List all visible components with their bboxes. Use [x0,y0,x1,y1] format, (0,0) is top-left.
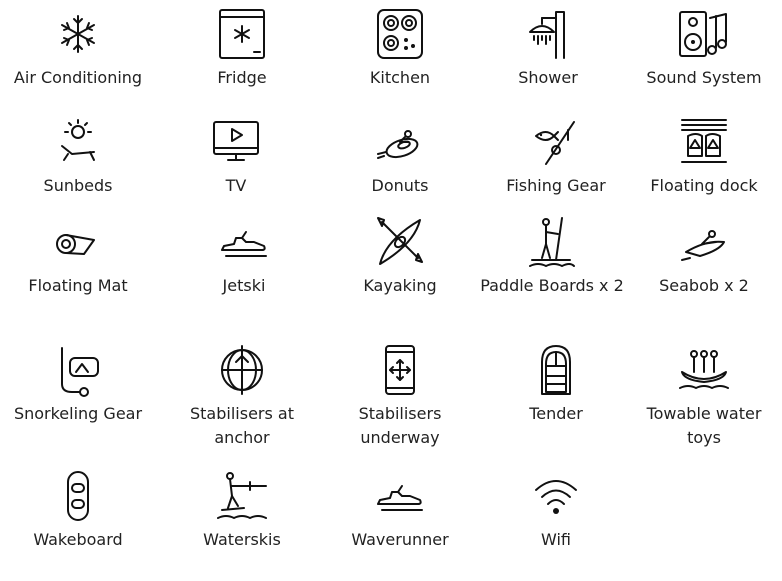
amenity-waterskis: Waterskis [164,468,320,552]
amenity-stabilisers-underway: Stabilisers underway [322,342,478,450]
amenity-label: Tender [529,404,583,423]
amenity-label: Towable water toys [646,404,762,447]
waverunner-icon [372,468,428,524]
amenity-label: Floating Mat [28,276,128,295]
amenity-kitchen: Kitchen [322,6,478,90]
towable-toy-icon [676,342,732,398]
stove-icon [372,6,428,62]
amenity-stabilisers-anchor: Stabilisers at anchor [164,342,320,450]
floating-dock-icon [676,114,732,170]
amenity-fridge: Fridge [164,6,320,90]
amenity-snorkeling-gear: Snorkeling Gear [0,342,156,426]
amenity-label: Wifi [541,530,571,549]
amenity-sound-system: Sound System [626,6,782,90]
amenity-label: Air Conditioning [13,68,143,87]
amenity-towable-water-toys: Towable water toys [626,342,782,450]
amenity-floating-dock: Floating dock [626,114,782,198]
waterski-icon [214,468,270,524]
amenity-label: Jetski [222,276,266,295]
amenity-wakeboard: Wakeboard [0,468,156,552]
kayak-icon [372,214,428,270]
amenity-wifi: Wifi [478,468,634,552]
amenity-label: Waverunner [351,530,449,549]
stabiliser-phone-icon [372,342,428,398]
floating-mat-icon [50,214,106,270]
amenity-waverunner: Waverunner [322,468,478,552]
amenity-label: Seabob x 2 [659,276,749,295]
amenity-label: Floating dock [650,176,758,195]
wakeboard-icon [50,468,106,524]
amenity-shower: Shower [470,6,626,90]
stabiliser-anchor-icon [214,342,270,398]
tv-icon [208,114,264,170]
fridge-icon [214,6,270,62]
jetski-icon [216,214,272,270]
amenity-donuts: Donuts [322,114,478,198]
amenity-kayaking: Kayaking [322,214,478,298]
snorkel-icon [50,342,106,398]
amenity-label: Shower [518,68,578,87]
speaker-music-icon [676,6,732,62]
sunbed-icon [50,114,106,170]
amenity-tv: TV [158,114,314,198]
amenity-label: Sunbeds [43,176,113,195]
donut-tube-icon [372,114,428,170]
amenity-jetski: Jetski [166,214,322,298]
wifi-icon [528,468,584,524]
amenity-label: Stabilisers underway [358,404,442,447]
amenity-label: TV [225,176,247,195]
shower-icon [520,6,576,62]
amenity-label: Snorkeling Gear [13,404,143,423]
amenity-label: Paddle Boards x 2 [480,276,624,295]
amenity-label: Kayaking [363,276,437,295]
tender-boat-icon [528,342,584,398]
amenities-grid: Air Conditioning Fridge Kitchen Shower S… [0,0,782,581]
amenity-seabob: Seabob x 2 [626,214,782,298]
seabob-icon [676,214,732,270]
snowflake-icon [50,6,106,62]
amenity-label: Kitchen [369,68,431,87]
amenity-tender: Tender [478,342,634,426]
amenity-label: Waterskis [203,530,281,549]
amenity-label: Fridge [217,68,267,87]
amenity-air-conditioning: Air Conditioning [0,6,156,90]
amenity-label: Sound System [646,68,762,87]
paddle-board-icon [524,214,580,270]
fishing-rod-icon [528,114,584,170]
amenity-floating-mat: Floating Mat [0,214,156,298]
amenity-paddle-boards: Paddle Boards x 2 [474,214,630,298]
amenity-label: Donuts [371,176,429,195]
amenity-label: Stabilisers at anchor [190,404,294,447]
amenity-fishing-gear: Fishing Gear [478,114,634,198]
amenity-sunbeds: Sunbeds [0,114,156,198]
amenity-label: Fishing Gear [506,176,606,195]
amenity-label: Wakeboard [33,530,123,549]
